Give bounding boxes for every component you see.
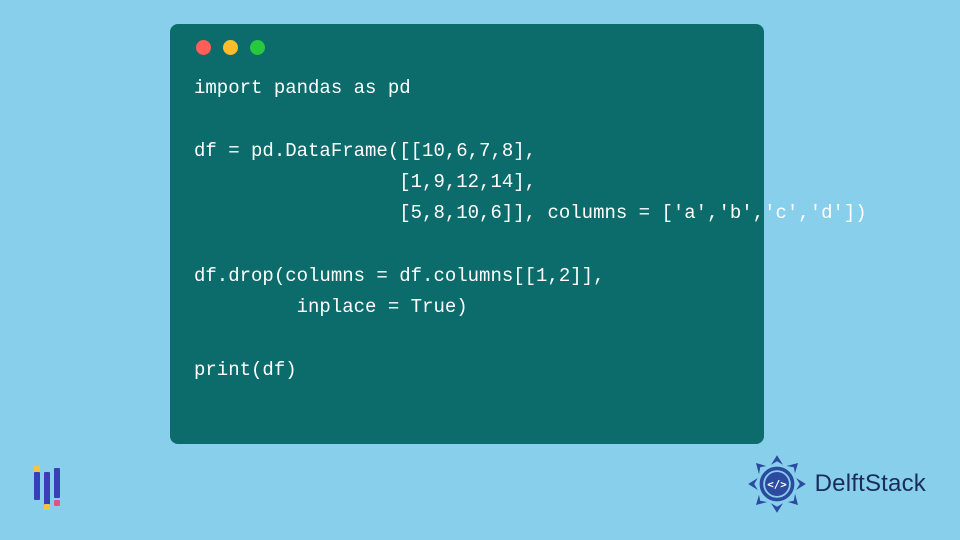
delftstack-logo-icon: </> (747, 454, 807, 514)
code-line: df = pd.DataFrame([[10,6,7,8], (194, 140, 536, 162)
code-line: print(df) (194, 359, 297, 381)
close-icon (196, 40, 211, 55)
code-block: import pandas as pd df = pd.DataFrame([[… (194, 73, 740, 386)
code-line: df.drop(columns = df.columns[[1,2]], (194, 265, 604, 287)
brand-logo: </> DelftStack (747, 454, 926, 514)
maximize-icon (250, 40, 265, 55)
secondary-logo-icon (34, 466, 76, 508)
svg-text:</>: </> (767, 478, 787, 491)
window-controls (194, 40, 740, 55)
code-line: inplace = True) (194, 296, 468, 318)
code-line: import pandas as pd (194, 77, 411, 99)
code-line: [1,9,12,14], (194, 171, 536, 193)
brand-name: DelftStack (815, 470, 926, 498)
code-window: import pandas as pd df = pd.DataFrame([[… (170, 24, 764, 444)
minimize-icon (223, 40, 238, 55)
code-line: [5,8,10,6]], columns = ['a','b','c','d']… (194, 202, 867, 224)
